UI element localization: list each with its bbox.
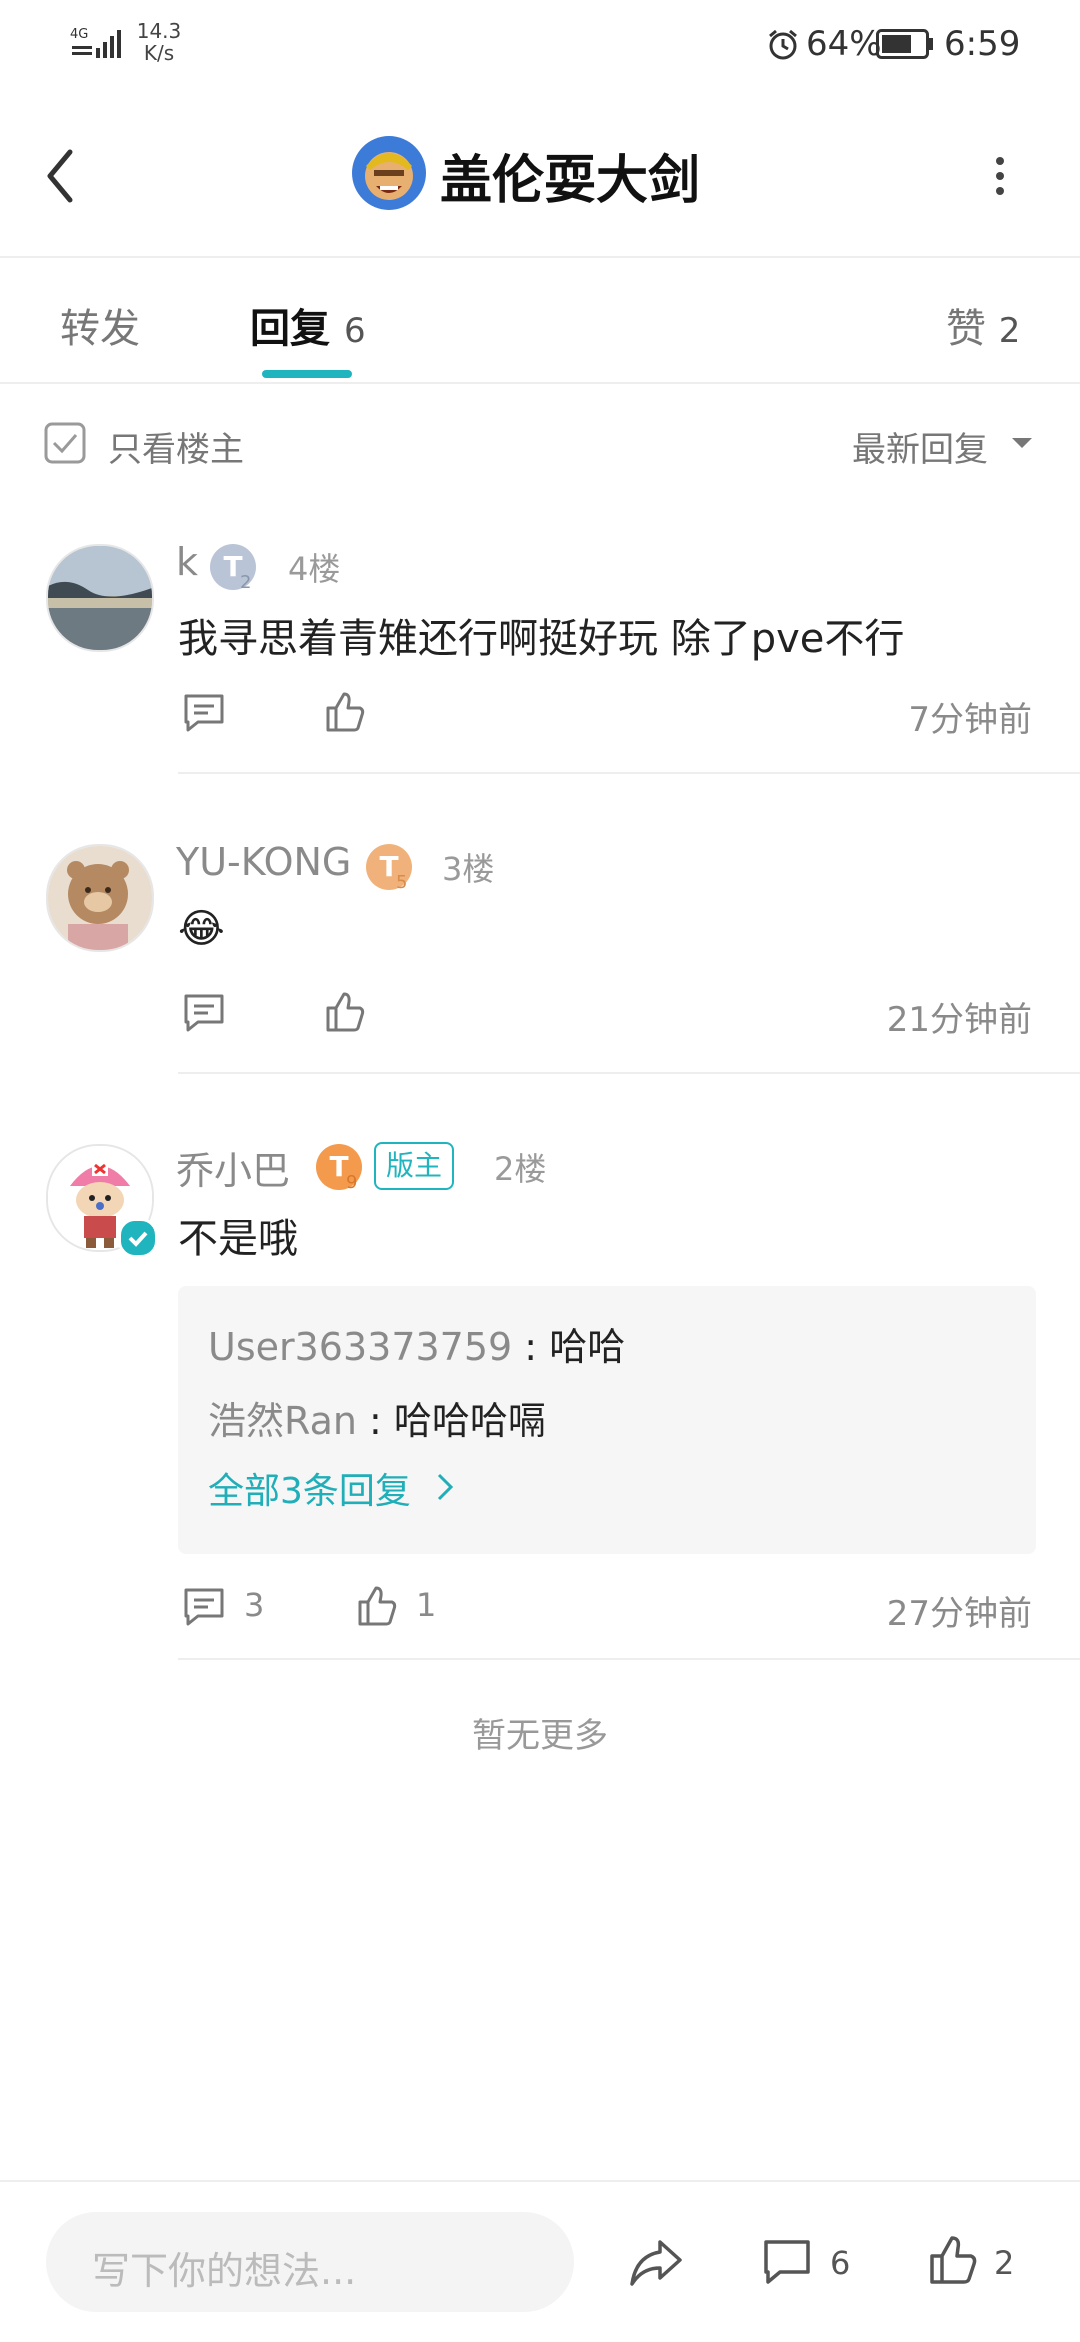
- bottom-bar: 写下你的想法... 6 2: [0, 2180, 1080, 2342]
- page-title: 盖伦耍大剑: [440, 151, 701, 211]
- tab-bar: 转发 回复 6 赞 2: [0, 258, 1080, 384]
- svg-text:4G: 4G: [70, 27, 88, 42]
- like-icon[interactable]: [928, 2234, 978, 2286]
- floor-label: 4楼: [288, 550, 341, 588]
- tab-forward[interactable]: 转发: [60, 296, 140, 354]
- floor-label: 3楼: [442, 850, 495, 888]
- chevron-right-icon: [436, 1472, 454, 1502]
- like-count: 2: [994, 2244, 1015, 2282]
- sub-reply-text: 哈哈: [549, 1325, 626, 1369]
- back-icon[interactable]: [40, 146, 80, 206]
- sub-reply-text: 哈哈哈嗝: [393, 1399, 546, 1443]
- level-badge-number: 9: [346, 1172, 358, 1193]
- username[interactable]: 乔小巴: [176, 1140, 290, 1195]
- divider: [178, 772, 1080, 774]
- sub-reply-separator: :: [512, 1325, 550, 1369]
- sub-reply-user[interactable]: 浩然Ran: [208, 1399, 357, 1443]
- network-speed: 14.3 K/s: [134, 20, 184, 64]
- all-replies-link[interactable]: 全部3条回复: [208, 1462, 411, 1514]
- signal-icon: 4G: [70, 24, 126, 60]
- tab-likes[interactable]: 赞 2: [946, 296, 1020, 354]
- comment-text: 不是哦: [178, 1216, 298, 1262]
- only-op-checkbox[interactable]: [44, 422, 86, 464]
- reply-icon[interactable]: [182, 692, 226, 734]
- like-icon[interactable]: [356, 1584, 398, 1628]
- comment-time: 7分钟前: [908, 700, 1032, 740]
- divider: [178, 1658, 1080, 1660]
- level-badge-number: 2: [240, 572, 252, 593]
- chevron-down-icon[interactable]: [1010, 436, 1034, 450]
- level-badge-number: 5: [396, 872, 408, 893]
- username[interactable]: k: [176, 540, 198, 584]
- alarm-icon: [766, 28, 800, 62]
- sub-reply-user[interactable]: User363373759: [208, 1325, 512, 1369]
- tab-replies[interactable]: 回复 6: [250, 296, 366, 354]
- tab-replies-label: 回复: [250, 306, 330, 352]
- clock: 6:59: [944, 24, 1021, 64]
- like-icon[interactable]: [324, 690, 366, 734]
- tab-replies-count: 6: [343, 311, 366, 351]
- battery-icon: [876, 29, 934, 59]
- sub-reply[interactable]: User363373759 : 哈哈: [208, 1316, 625, 1371]
- comment-input-placeholder: 写下你的想法...: [92, 2249, 357, 2293]
- battery-percent: 64%: [806, 24, 882, 64]
- comment-input[interactable]: 写下你的想法...: [46, 2212, 574, 2312]
- tab-likes-count: 2: [998, 311, 1021, 351]
- tab-forward-label: 转发: [60, 306, 140, 352]
- avatar-icon[interactable]: [352, 136, 426, 210]
- verified-icon: [118, 1218, 158, 1258]
- sort-label: 最新回复: [852, 430, 988, 470]
- speed-unit: K/s: [143, 41, 175, 65]
- tab-likes-label: 赞: [946, 306, 986, 352]
- moderator-tag: 版主: [374, 1142, 455, 1190]
- comment-item: YU-KONG T 5 3楼 😂 21分钟前: [0, 840, 1080, 1076]
- active-tab-indicator: [262, 370, 352, 378]
- avatar[interactable]: [46, 844, 154, 952]
- comment-count: 6: [830, 2244, 851, 2282]
- only-op-label[interactable]: 只看楼主: [108, 422, 244, 471]
- floor-label: 2楼: [494, 1150, 547, 1188]
- sub-reply-separator: :: [356, 1399, 394, 1443]
- share-icon[interactable]: [628, 2238, 684, 2288]
- comment-text: 😂: [178, 906, 225, 952]
- avatar[interactable]: [46, 544, 154, 652]
- like-count: 1: [416, 1586, 437, 1624]
- sub-replies-box[interactable]: User363373759 : 哈哈 浩然Ran : 哈哈哈嗝 全部3条回复: [178, 1286, 1036, 1554]
- speed-value: 14.3: [136, 19, 182, 43]
- sub-reply[interactable]: 浩然Ran : 哈哈哈嗝: [208, 1390, 546, 1445]
- comment-item: k T 2 4楼 我寻思着青雉还行啊挺好玩 除了pve不行 7分钟前: [0, 540, 1080, 776]
- reply-count: 3: [244, 1586, 265, 1624]
- comment-item: 乔小巴 T 9 版主 2楼 不是哦 User363373759 : 哈哈 浩然R…: [0, 1140, 1080, 1660]
- comment-time: 21分钟前: [886, 1000, 1032, 1040]
- username[interactable]: YU-KONG: [176, 840, 351, 884]
- all-replies-label: 全部3条回复: [208, 1471, 411, 1512]
- no-more-label: 暂无更多: [472, 1716, 608, 1756]
- divider: [178, 1072, 1080, 1074]
- comment-icon[interactable]: [762, 2238, 812, 2286]
- more-icon[interactable]: [992, 156, 1008, 196]
- header: 盖伦耍大剑: [0, 100, 1080, 258]
- like-icon[interactable]: [324, 990, 366, 1034]
- sort-dropdown[interactable]: 最新回复: [852, 422, 988, 471]
- comment-text: 我寻思着青雉还行啊挺好玩 除了pve不行: [178, 616, 905, 662]
- reply-icon[interactable]: [182, 1586, 226, 1628]
- comment-time: 27分钟前: [886, 1594, 1032, 1634]
- reply-icon[interactable]: [182, 992, 226, 1034]
- status-bar: 4G 14.3 K/s 64% 6:59: [0, 0, 1080, 90]
